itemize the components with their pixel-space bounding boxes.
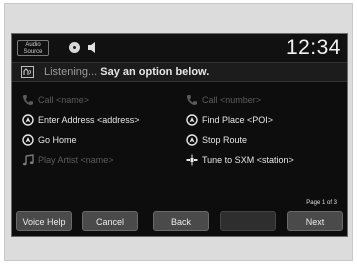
option-label: Call <name> xyxy=(38,95,90,105)
option-label: Call <number> xyxy=(202,95,262,105)
voice-prompt-bar: Listening... Say an option below. xyxy=(12,62,347,82)
option-label: Tune to SXM <station> xyxy=(202,155,294,165)
prompt-instruction: Say an option below. xyxy=(100,66,210,78)
satellite-radio-icon xyxy=(186,154,198,166)
music-note-icon xyxy=(22,154,34,166)
audio-source-button[interactable]: Audio Source xyxy=(17,40,49,56)
previous-button[interactable]: Previous xyxy=(220,211,276,231)
option-label: Enter Address <address> xyxy=(38,115,140,125)
phone-icon xyxy=(23,95,33,105)
status-bar: Audio Source 12:34 xyxy=(12,34,347,62)
back-button[interactable]: Back xyxy=(153,211,209,231)
phone-icon xyxy=(187,95,197,105)
navigation-icon xyxy=(22,134,34,146)
listening-label: Listening... xyxy=(44,66,98,78)
option-label: Stop Route xyxy=(202,135,248,145)
disc-icon xyxy=(69,42,80,53)
page-frame: Audio Source 12:34 Listening... Say an o… xyxy=(4,3,353,261)
next-button[interactable]: Next xyxy=(287,211,343,231)
option-label: Go Home xyxy=(38,135,77,145)
cancel-button[interactable]: Cancel xyxy=(82,211,138,231)
prompt-text: Listening... Say an option below. xyxy=(44,65,209,79)
option-label: Find Place <POI> xyxy=(202,115,274,125)
speaker-icon xyxy=(88,42,95,53)
clock: 12:34 xyxy=(285,36,341,59)
voice-help-button[interactable]: Voice Help xyxy=(16,211,72,231)
page-indicator: Page 1 of 3 xyxy=(306,200,337,206)
option-label: Play Artist <name> xyxy=(38,155,114,165)
head-unit-screen: Audio Source 12:34 Listening... Say an o… xyxy=(11,33,348,237)
navigation-icon xyxy=(186,134,198,146)
navigation-icon xyxy=(186,114,198,126)
navigation-icon xyxy=(22,114,34,126)
voice-recognition-icon xyxy=(21,66,34,78)
